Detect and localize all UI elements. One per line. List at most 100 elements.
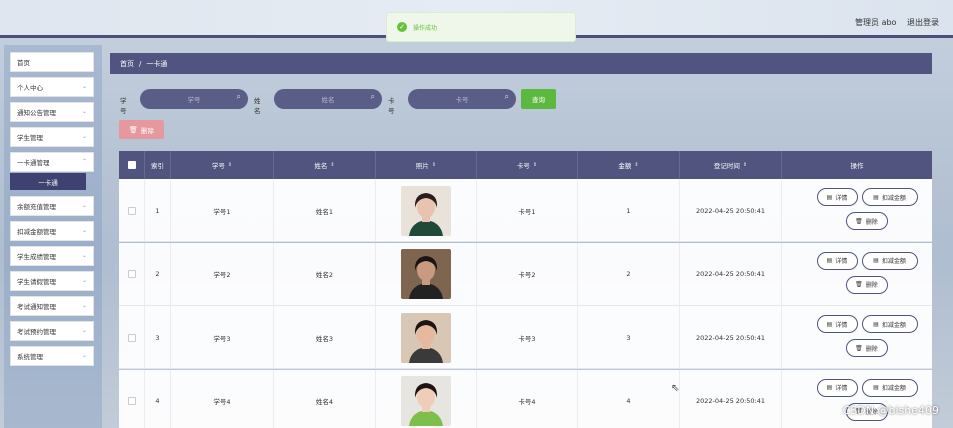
sort-icon: ⇕ (431, 162, 437, 168)
sidebar-subitem-card[interactable]: 一卡通 (10, 173, 86, 190)
header-time[interactable]: 登记时间 ⇕ (680, 151, 782, 179)
detail-label: 详情 (835, 258, 848, 265)
search-icon: ⌕ (504, 92, 509, 101)
name-input[interactable]: 姓名 ⌕ (274, 89, 382, 109)
sidebar-item-personal[interactable]: 个人中心 ⌄ (10, 77, 94, 97)
header-index: 索引 (145, 151, 171, 179)
card-no-placeholder: 卡号 (455, 96, 469, 104)
delete-button[interactable]: 🗑 删除 (845, 275, 888, 294)
search-label-name: 姓名 (254, 97, 261, 115)
sidebar-item-home[interactable]: 首页 (10, 52, 94, 72)
sort-icon: ⇕ (227, 162, 233, 168)
sidebar-item-notice[interactable]: 通知公告管理 ⌄ (10, 102, 94, 122)
student-photo[interactable] (401, 312, 451, 363)
sidebar-item-label: 首页 (17, 59, 30, 67)
name-placeholder: 姓名 (321, 96, 335, 104)
delete-button[interactable]: 🗑 删除 (845, 339, 888, 357)
table-row: 2 学号2 姓名2 卡号2 2 2022-04-25 20:50:41 ▤ 详情… (119, 242, 932, 306)
trash-icon: 🗑 (855, 344, 863, 352)
row-select-cell (119, 306, 145, 369)
sidebar-item-leave[interactable]: 学生请假管理 ⌄ (10, 271, 94, 291)
deduct-button[interactable]: ▤ 扣减金额 (861, 378, 918, 397)
header-label: 卡号 (516, 162, 530, 170)
sidebar-item-label: 学生请假管理 (17, 278, 56, 286)
sidebar-item-system[interactable]: 系统管理 ⌄ (10, 346, 94, 366)
detail-button[interactable]: ▤ 详情 (816, 315, 858, 333)
deduct-label: 扣减金额 (881, 194, 906, 202)
header-photo[interactable]: 照片 ⇕ (376, 151, 477, 179)
sidebar-item-label: 考试预约管理 (17, 328, 56, 336)
row-checkbox[interactable] (127, 206, 136, 215)
cell-photo (376, 242, 477, 306)
delete-button[interactable]: 🗑 删除 (845, 212, 888, 230)
cell-name: 姓名2 (274, 242, 376, 306)
delete-label: 删除 (865, 282, 878, 289)
row-checkbox[interactable] (127, 270, 136, 278)
user-area: 管理员 abo 退出登录 (847, 17, 939, 28)
document-icon: ▤ (873, 257, 879, 264)
breadcrumb-home[interactable]: 首页 (120, 59, 134, 69)
detail-button[interactable]: ▤ 详情 (816, 251, 858, 270)
detail-button[interactable]: ▤ 详情 (816, 188, 858, 206)
cell-card-no: 卡号4 (477, 369, 578, 428)
chevron-down-icon: ⌄ (81, 133, 87, 140)
sidebar-item-students[interactable]: 学生管理 ⌄ (10, 127, 94, 147)
card-no-input[interactable]: 卡号 ⌕ (408, 89, 516, 109)
cell-actions: ▤ 详情 ▤ 扣减金额 🗑 删除 (782, 370, 932, 428)
chevron-down-icon: ⌄ (81, 327, 87, 334)
chevron-down-icon: ⌄ (81, 83, 87, 90)
deduct-button[interactable]: ▤ 扣减金额 (861, 315, 918, 333)
deduct-label: 扣减金额 (881, 385, 906, 392)
chevron-down-icon: ⌄ (81, 108, 87, 115)
header-card-no[interactable]: 卡号 ⇕ (477, 151, 578, 179)
row-checkbox[interactable] (127, 397, 136, 405)
row-select-cell (119, 242, 145, 306)
detail-button[interactable]: ▤ 详情 (816, 378, 858, 397)
trash-icon: 🗑 (129, 125, 138, 134)
table-row: 3 学号3 姓名3 卡号3 3 2022-04-25 20:50:41 ▤ 详情… (119, 306, 932, 369)
mouse-cursor-icon: ⇖ (671, 383, 680, 394)
select-all-cell (119, 151, 145, 179)
cell-card-no: 卡号1 (477, 179, 578, 242)
student-photo[interactable] (401, 185, 451, 236)
document-icon: ▤ (826, 257, 833, 264)
trash-icon: 🗑 (855, 217, 863, 225)
header-label: 操作 (850, 162, 864, 170)
data-table: 索引 学号 ⇕ 姓名 ⇕ 照片 ⇕ 卡号 ⇕ 金额 ⇕ 登记时间 ⇕ 操作 1 学号1 姓名… (119, 151, 932, 428)
chevron-up-icon: ⌃ (81, 158, 87, 165)
breadcrumb-current: 一卡通 (146, 59, 168, 68)
header-label: 登记时间 (713, 162, 740, 170)
cell-time: 2022-04-25 20:50:41 (680, 179, 782, 242)
sidebar-item-card[interactable]: 一卡通管理 ⌃ (10, 152, 94, 172)
header-student-no[interactable]: 学号 ⇕ (171, 151, 274, 179)
query-button[interactable]: 查询 (521, 89, 556, 109)
search-icon: ⌕ (236, 92, 241, 101)
header-label: 索引 (151, 162, 164, 170)
row-select-cell (119, 179, 145, 242)
header-amount[interactable]: 金额 ⇕ (578, 151, 680, 179)
batch-delete-label: 删除 (140, 126, 154, 135)
student-photo[interactable] (401, 249, 451, 299)
sidebar-item-deduct[interactable]: 扣减金额管理 ⌄ (10, 221, 94, 241)
sort-icon: ⇕ (742, 162, 748, 168)
student-photo[interactable] (401, 376, 451, 426)
cell-index: 1 (145, 179, 171, 242)
cell-photo (376, 306, 477, 369)
sidebar-item-exam-booking[interactable]: 考试预约管理 ⌄ (10, 321, 94, 341)
student-no-input[interactable]: 学号 ⌕ (140, 89, 248, 109)
deduct-button[interactable]: ▤ 扣减金额 (861, 251, 918, 270)
cell-card-no: 卡号2 (477, 242, 578, 306)
logout-link[interactable]: 退出登录 (907, 18, 939, 27)
header-label: 姓名 (314, 162, 328, 170)
sidebar-item-recharge[interactable]: 余额充值管理 ⌄ (10, 196, 94, 216)
cell-amount: 2 (578, 242, 680, 306)
success-toast: ✓ 操作成功 (386, 12, 576, 42)
detail-label: 详情 (835, 194, 848, 202)
sidebar-item-exam-notice[interactable]: 考试通知管理 ⌄ (10, 296, 94, 316)
header-name[interactable]: 姓名 ⇕ (274, 151, 376, 179)
batch-delete-button[interactable]: 🗑 删除 (119, 120, 164, 139)
sidebar-item-grades[interactable]: 学生成绩管理 ⌄ (10, 246, 94, 266)
select-all-checkbox[interactable] (127, 161, 136, 169)
row-checkbox[interactable] (127, 333, 136, 342)
deduct-button[interactable]: ▤ 扣减金额 (861, 188, 918, 206)
